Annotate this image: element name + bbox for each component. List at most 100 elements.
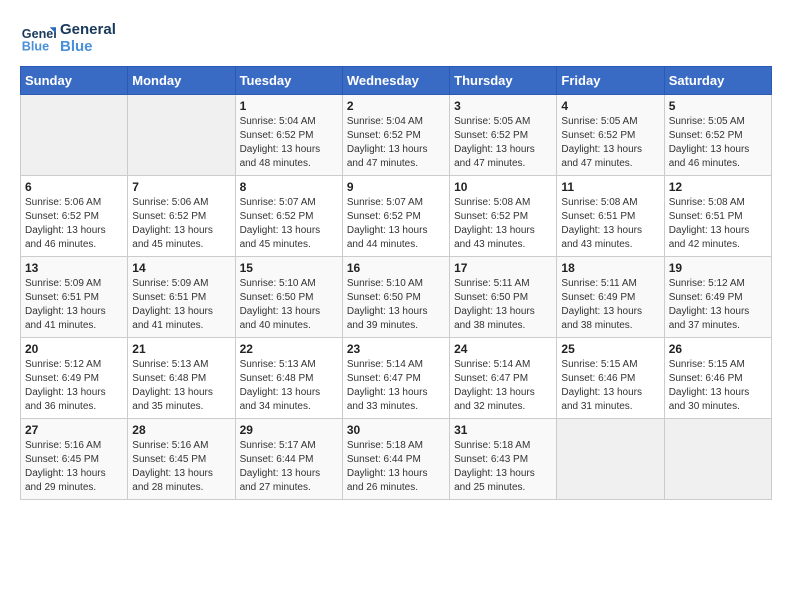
- day-number: 20: [25, 342, 123, 356]
- day-info: Sunrise: 5:16 AM Sunset: 6:45 PM Dayligh…: [132, 439, 230, 495]
- weekday-header-friday: Friday: [557, 67, 664, 95]
- day-cell: 16Sunrise: 5:10 AM Sunset: 6:50 PM Dayli…: [342, 257, 449, 338]
- day-info: Sunrise: 5:08 AM Sunset: 6:51 PM Dayligh…: [669, 196, 767, 252]
- day-info: Sunrise: 5:14 AM Sunset: 6:47 PM Dayligh…: [347, 358, 445, 414]
- day-cell: 7 Sunrise: 5:06 AM Sunset: 6:52 PM Daylig…: [128, 176, 235, 257]
- week-row-1: 6 Sunrise: 5:06 AM Sunset: 6:52 PM Daylig…: [21, 176, 772, 257]
- day-cell: 29 Sunrise: 5:17 AM Sunset: 6:44 PM Dayli…: [235, 419, 342, 500]
- day-cell: 30 Sunrise: 5:18 AM Sunset: 6:44 PM Dayli…: [342, 419, 449, 500]
- week-row-0: 1 Sunrise: 5:04 AM Sunset: 6:52 PM Daylig…: [21, 95, 772, 176]
- day-info: Sunrise: 5:07 AM Sunset: 6:52 PM Dayligh…: [240, 196, 338, 252]
- day-cell: [664, 419, 771, 500]
- day-cell: 10 Sunrise: 5:08 AM Sunset: 6:52 PM Dayli…: [450, 176, 557, 257]
- day-number: 22: [240, 342, 338, 356]
- day-info: Sunrise: 5:11 AM Sunset: 6:50 PM Dayligh…: [454, 277, 552, 333]
- day-number: 10: [454, 180, 552, 194]
- day-number: 18: [561, 261, 659, 275]
- day-number: 15: [240, 261, 338, 275]
- day-cell: 11Sunrise: 5:08 AM Sunset: 6:51 PM Dayli…: [557, 176, 664, 257]
- day-info: Sunrise: 5:12 AM Sunset: 6:49 PM Dayligh…: [25, 358, 123, 414]
- day-cell: [557, 419, 664, 500]
- day-number: 17: [454, 261, 552, 275]
- week-row-3: 20 Sunrise: 5:12 AM Sunset: 6:49 PM Dayli…: [21, 338, 772, 419]
- day-info: Sunrise: 5:07 AM Sunset: 6:52 PM Dayligh…: [347, 196, 445, 252]
- day-cell: 25Sunrise: 5:15 AM Sunset: 6:46 PM Dayli…: [557, 338, 664, 419]
- weekday-header-thursday: Thursday: [450, 67, 557, 95]
- day-number: 3: [454, 99, 552, 113]
- day-cell: 28Sunrise: 5:16 AM Sunset: 6:45 PM Dayli…: [128, 419, 235, 500]
- weekday-header-monday: Monday: [128, 67, 235, 95]
- day-info: Sunrise: 5:04 AM Sunset: 6:52 PM Dayligh…: [240, 115, 338, 171]
- weekday-row: SundayMondayTuesdayWednesdayThursdayFrid…: [21, 67, 772, 95]
- day-number: 23: [347, 342, 445, 356]
- day-number: 1: [240, 99, 338, 113]
- day-info: Sunrise: 5:10 AM Sunset: 6:50 PM Dayligh…: [240, 277, 338, 333]
- day-cell: 18 Sunrise: 5:11 AM Sunset: 6:49 PM Dayli…: [557, 257, 664, 338]
- calendar-header: SundayMondayTuesdayWednesdayThursdayFrid…: [21, 67, 772, 95]
- day-info: Sunrise: 5:18 AM Sunset: 6:43 PM Dayligh…: [454, 439, 552, 495]
- day-cell: 5 Sunrise: 5:05 AM Sunset: 6:52 PM Daylig…: [664, 95, 771, 176]
- day-cell: 21 Sunrise: 5:13 AM Sunset: 6:48 PM Dayli…: [128, 338, 235, 419]
- day-number: 27: [25, 423, 123, 437]
- day-number: 31: [454, 423, 552, 437]
- day-cell: 26Sunrise: 5:15 AM Sunset: 6:46 PM Dayli…: [664, 338, 771, 419]
- day-cell: 31 Sunrise: 5:18 AM Sunset: 6:43 PM Dayli…: [450, 419, 557, 500]
- day-number: 19: [669, 261, 767, 275]
- day-cell: 17 Sunrise: 5:11 AM Sunset: 6:50 PM Dayli…: [450, 257, 557, 338]
- day-number: 5: [669, 99, 767, 113]
- day-info: Sunrise: 5:13 AM Sunset: 6:48 PM Dayligh…: [240, 358, 338, 414]
- day-info: Sunrise: 5:10 AM Sunset: 6:50 PM Dayligh…: [347, 277, 445, 333]
- logo-blue: Blue: [60, 38, 116, 55]
- day-cell: 22 Sunrise: 5:13 AM Sunset: 6:48 PM Dayli…: [235, 338, 342, 419]
- day-number: 29: [240, 423, 338, 437]
- day-cell: 27 Sunrise: 5:16 AM Sunset: 6:45 PM Dayli…: [21, 419, 128, 500]
- day-info: Sunrise: 5:13 AM Sunset: 6:48 PM Dayligh…: [132, 358, 230, 414]
- day-info: Sunrise: 5:15 AM Sunset: 6:46 PM Dayligh…: [561, 358, 659, 414]
- day-cell: 14Sunrise: 5:09 AM Sunset: 6:51 PM Dayli…: [128, 257, 235, 338]
- day-info: Sunrise: 5:18 AM Sunset: 6:44 PM Dayligh…: [347, 439, 445, 495]
- day-number: 8: [240, 180, 338, 194]
- day-cell: 20 Sunrise: 5:12 AM Sunset: 6:49 PM Dayli…: [21, 338, 128, 419]
- day-info: Sunrise: 5:09 AM Sunset: 6:51 PM Dayligh…: [25, 277, 123, 333]
- svg-text:Blue: Blue: [22, 40, 49, 54]
- day-info: Sunrise: 5:05 AM Sunset: 6:52 PM Dayligh…: [454, 115, 552, 171]
- day-number: 30: [347, 423, 445, 437]
- day-info: Sunrise: 5:15 AM Sunset: 6:46 PM Dayligh…: [669, 358, 767, 414]
- day-info: Sunrise: 5:14 AM Sunset: 6:47 PM Dayligh…: [454, 358, 552, 414]
- day-number: 7: [132, 180, 230, 194]
- weekday-header-tuesday: Tuesday: [235, 67, 342, 95]
- day-info: Sunrise: 5:17 AM Sunset: 6:44 PM Dayligh…: [240, 439, 338, 495]
- day-number: 21: [132, 342, 230, 356]
- day-info: Sunrise: 5:11 AM Sunset: 6:49 PM Dayligh…: [561, 277, 659, 333]
- logo-general: General: [60, 21, 116, 38]
- day-info: Sunrise: 5:12 AM Sunset: 6:49 PM Dayligh…: [669, 277, 767, 333]
- day-number: 4: [561, 99, 659, 113]
- day-cell: 24Sunrise: 5:14 AM Sunset: 6:47 PM Dayli…: [450, 338, 557, 419]
- day-cell: 3 Sunrise: 5:05 AM Sunset: 6:52 PM Daylig…: [450, 95, 557, 176]
- day-cell: 6 Sunrise: 5:06 AM Sunset: 6:52 PM Daylig…: [21, 176, 128, 257]
- day-cell: 19 Sunrise: 5:12 AM Sunset: 6:49 PM Dayli…: [664, 257, 771, 338]
- calendar-body: 1 Sunrise: 5:04 AM Sunset: 6:52 PM Daylig…: [21, 95, 772, 500]
- logo-icon: General Blue: [20, 20, 56, 56]
- day-cell: 9 Sunrise: 5:07 AM Sunset: 6:52 PM Daylig…: [342, 176, 449, 257]
- weekday-header-wednesday: Wednesday: [342, 67, 449, 95]
- day-number: 6: [25, 180, 123, 194]
- day-cell: 2 Sunrise: 5:04 AM Sunset: 6:52 PM Daylig…: [342, 95, 449, 176]
- day-cell: 12Sunrise: 5:08 AM Sunset: 6:51 PM Dayli…: [664, 176, 771, 257]
- day-cell: 13Sunrise: 5:09 AM Sunset: 6:51 PM Dayli…: [21, 257, 128, 338]
- day-info: Sunrise: 5:09 AM Sunset: 6:51 PM Dayligh…: [132, 277, 230, 333]
- day-info: Sunrise: 5:08 AM Sunset: 6:52 PM Dayligh…: [454, 196, 552, 252]
- week-row-4: 27 Sunrise: 5:16 AM Sunset: 6:45 PM Dayli…: [21, 419, 772, 500]
- day-number: 2: [347, 99, 445, 113]
- calendar-table: SundayMondayTuesdayWednesdayThursdayFrid…: [20, 66, 772, 500]
- day-cell: 23 Sunrise: 5:14 AM Sunset: 6:47 PM Dayli…: [342, 338, 449, 419]
- logo: General Blue General Blue: [20, 20, 116, 56]
- day-info: Sunrise: 5:04 AM Sunset: 6:52 PM Dayligh…: [347, 115, 445, 171]
- day-info: Sunrise: 5:06 AM Sunset: 6:52 PM Dayligh…: [132, 196, 230, 252]
- day-info: Sunrise: 5:06 AM Sunset: 6:52 PM Dayligh…: [25, 196, 123, 252]
- day-info: Sunrise: 5:05 AM Sunset: 6:52 PM Dayligh…: [669, 115, 767, 171]
- day-number: 9: [347, 180, 445, 194]
- day-cell: [128, 95, 235, 176]
- day-cell: [21, 95, 128, 176]
- day-info: Sunrise: 5:16 AM Sunset: 6:45 PM Dayligh…: [25, 439, 123, 495]
